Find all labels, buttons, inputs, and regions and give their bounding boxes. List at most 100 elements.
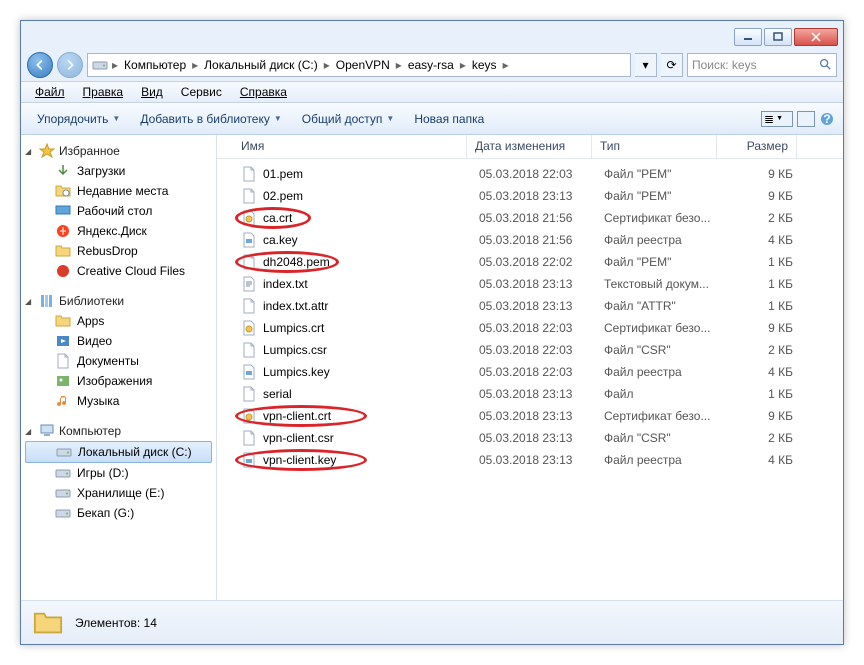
sidebar-item[interactable]: Рабочий стол xyxy=(21,201,216,221)
file-icon xyxy=(241,254,257,270)
file-row[interactable]: Lumpics.crt05.03.2018 22:03Сертификат бе… xyxy=(217,317,843,339)
sidebar-item[interactable]: Изображения xyxy=(21,371,216,391)
file-name: vpn-client.csr xyxy=(263,431,334,445)
sidebar-item[interactable]: Загрузки xyxy=(21,161,216,181)
menu-view[interactable]: Вид xyxy=(133,83,171,101)
file-row[interactable]: ca.key05.03.2018 21:56Файл реестра4 КБ xyxy=(217,229,843,251)
sidebar-item-label: Недавние места xyxy=(77,184,168,198)
file-row[interactable]: Lumpics.csr05.03.2018 22:03Файл "CSR"2 К… xyxy=(217,339,843,361)
file-name: ca.key xyxy=(263,233,298,247)
file-type: Текстовый докум... xyxy=(596,277,721,291)
file-row[interactable]: index.txt.attr05.03.2018 23:13Файл "ATTR… xyxy=(217,295,843,317)
menu-file[interactable]: Файл xyxy=(27,83,73,101)
file-name: index.txt.attr xyxy=(263,299,328,313)
file-size: 2 КБ xyxy=(721,343,801,357)
sidebar-item[interactable]: Игры (D:) xyxy=(21,463,216,483)
file-row[interactable]: serial05.03.2018 23:13Файл1 КБ xyxy=(217,383,843,405)
sidebar-group-header[interactable]: Библиотеки xyxy=(21,291,216,311)
file-list[interactable]: 01.pem05.03.2018 22:03Файл "PEM"9 КБ02.p… xyxy=(217,159,843,600)
breadcrumb-segment[interactable]: easy-rsa xyxy=(406,58,456,72)
view-mode-button[interactable]: ≣▼ xyxy=(761,111,793,127)
file-date: 05.03.2018 22:03 xyxy=(471,365,596,379)
file-row[interactable]: vpn-client.csr05.03.2018 23:13Файл "CSR"… xyxy=(217,427,843,449)
file-row[interactable]: 01.pem05.03.2018 22:03Файл "PEM"9 КБ xyxy=(217,163,843,185)
doc-icon xyxy=(55,353,71,369)
file-row[interactable]: dh2048.pem05.03.2018 22:02Файл "PEM"1 КБ xyxy=(217,251,843,273)
file-type: Файл "PEM" xyxy=(596,255,721,269)
breadcrumb[interactable]: ▸ Компьютер▸Локальный диск (C:)▸OpenVPN▸… xyxy=(87,53,631,77)
sidebar-item-label: Рабочий стол xyxy=(77,204,152,218)
col-name[interactable]: Имя xyxy=(217,135,467,158)
menu-help[interactable]: Справка xyxy=(232,83,295,101)
address-dropdown-button[interactable]: ▾ xyxy=(635,53,657,77)
drive-icon xyxy=(55,465,71,481)
drive-icon xyxy=(92,57,108,73)
sidebar-item[interactable]: Яндекс.Диск xyxy=(21,221,216,241)
file-row[interactable]: ca.crt05.03.2018 21:56Сертификат безо...… xyxy=(217,207,843,229)
tool-add-library[interactable]: Добавить в библиотеку▼ xyxy=(132,109,289,129)
sidebar-item[interactable]: Документы xyxy=(21,351,216,371)
breadcrumb-segment[interactable]: keys xyxy=(470,58,499,72)
file-row[interactable]: vpn-client.crt05.03.2018 23:13Сертификат… xyxy=(217,405,843,427)
file-size: 9 КБ xyxy=(721,167,801,181)
sidebar-item[interactable]: RebusDrop xyxy=(21,241,216,261)
file-name: vpn-client.key xyxy=(263,453,336,467)
file-size: 2 КБ xyxy=(721,431,801,445)
file-icon xyxy=(241,386,257,402)
file-type: Файл реестра xyxy=(596,233,721,247)
sidebar-item[interactable]: Музыка xyxy=(21,391,216,411)
sidebar-item[interactable]: Хранилище (E:) xyxy=(21,483,216,503)
col-date[interactable]: Дата изменения xyxy=(467,135,592,158)
recent-icon xyxy=(55,183,71,199)
sidebar-item[interactable]: Видео xyxy=(21,331,216,351)
i-star-icon xyxy=(39,143,55,159)
file-row[interactable]: vpn-client.key05.03.2018 23:13Файл реест… xyxy=(217,449,843,471)
close-button[interactable] xyxy=(794,28,838,46)
file-size: 1 КБ xyxy=(721,255,801,269)
file-type: Файл "PEM" xyxy=(596,189,721,203)
sidebar-group-header[interactable]: Избранное xyxy=(21,141,216,161)
sidebar-item[interactable]: Creative Cloud Files xyxy=(21,261,216,281)
navigation-pane[interactable]: ИзбранноеЗагрузки Недавние места Рабочий с… xyxy=(21,135,217,600)
sidebar-item[interactable]: Локальный диск (C:) xyxy=(25,441,212,463)
search-icon xyxy=(818,57,832,74)
sidebar-item[interactable]: Недавние места xyxy=(21,181,216,201)
drive-icon xyxy=(55,485,71,501)
file-size: 1 КБ xyxy=(721,299,801,313)
breadcrumb-segment[interactable]: Компьютер xyxy=(122,58,188,72)
breadcrumb-segment[interactable]: Локальный диск (C:) xyxy=(202,58,320,72)
col-type[interactable]: Тип xyxy=(592,135,717,158)
file-row[interactable]: Lumpics.key05.03.2018 22:03Файл реестра4… xyxy=(217,361,843,383)
chevron-right-icon: ▸ xyxy=(460,58,466,72)
tool-share[interactable]: Общий доступ▼ xyxy=(294,109,403,129)
column-headers[interactable]: Имя Дата изменения Тип Размер xyxy=(217,135,843,159)
minimize-button[interactable] xyxy=(734,28,762,46)
preview-pane-button[interactable] xyxy=(797,111,815,127)
breadcrumb-segment[interactable]: OpenVPN xyxy=(334,58,392,72)
col-size[interactable]: Размер xyxy=(717,135,797,158)
i-computer-icon xyxy=(39,423,55,439)
nav-back-button[interactable] xyxy=(27,52,53,78)
file-row[interactable]: 02.pem05.03.2018 23:13Файл "PEM"9 КБ xyxy=(217,185,843,207)
sidebar-group-header[interactable]: Компьютер xyxy=(21,421,216,441)
file-type: Файл "CSR" xyxy=(596,343,721,357)
menu-edit[interactable]: Правка xyxy=(75,83,132,101)
menu-tools[interactable]: Сервис xyxy=(173,83,230,101)
search-input[interactable]: Поиск: keys xyxy=(687,53,837,77)
file-date: 05.03.2018 23:13 xyxy=(471,387,596,401)
video-icon xyxy=(55,333,71,349)
refresh-button[interactable]: ⟳ xyxy=(661,53,683,77)
nav-forward-button[interactable] xyxy=(57,52,83,78)
file-type: Файл xyxy=(596,387,721,401)
tool-new-folder[interactable]: Новая папка xyxy=(406,109,492,129)
help-icon[interactable] xyxy=(819,111,835,127)
file-row[interactable]: index.txt05.03.2018 23:13Текстовый докум… xyxy=(217,273,843,295)
sidebar-item-label: Creative Cloud Files xyxy=(77,264,185,278)
sidebar-item-label: Хранилище (E:) xyxy=(77,486,164,500)
tool-organize[interactable]: Упорядочить▼ xyxy=(29,109,128,129)
maximize-button[interactable] xyxy=(764,28,792,46)
file-icon xyxy=(241,166,257,182)
sidebar-item[interactable]: Бекап (G:) xyxy=(21,503,216,523)
status-text: Элементов: 14 xyxy=(75,616,157,630)
sidebar-item[interactable]: Apps xyxy=(21,311,216,331)
